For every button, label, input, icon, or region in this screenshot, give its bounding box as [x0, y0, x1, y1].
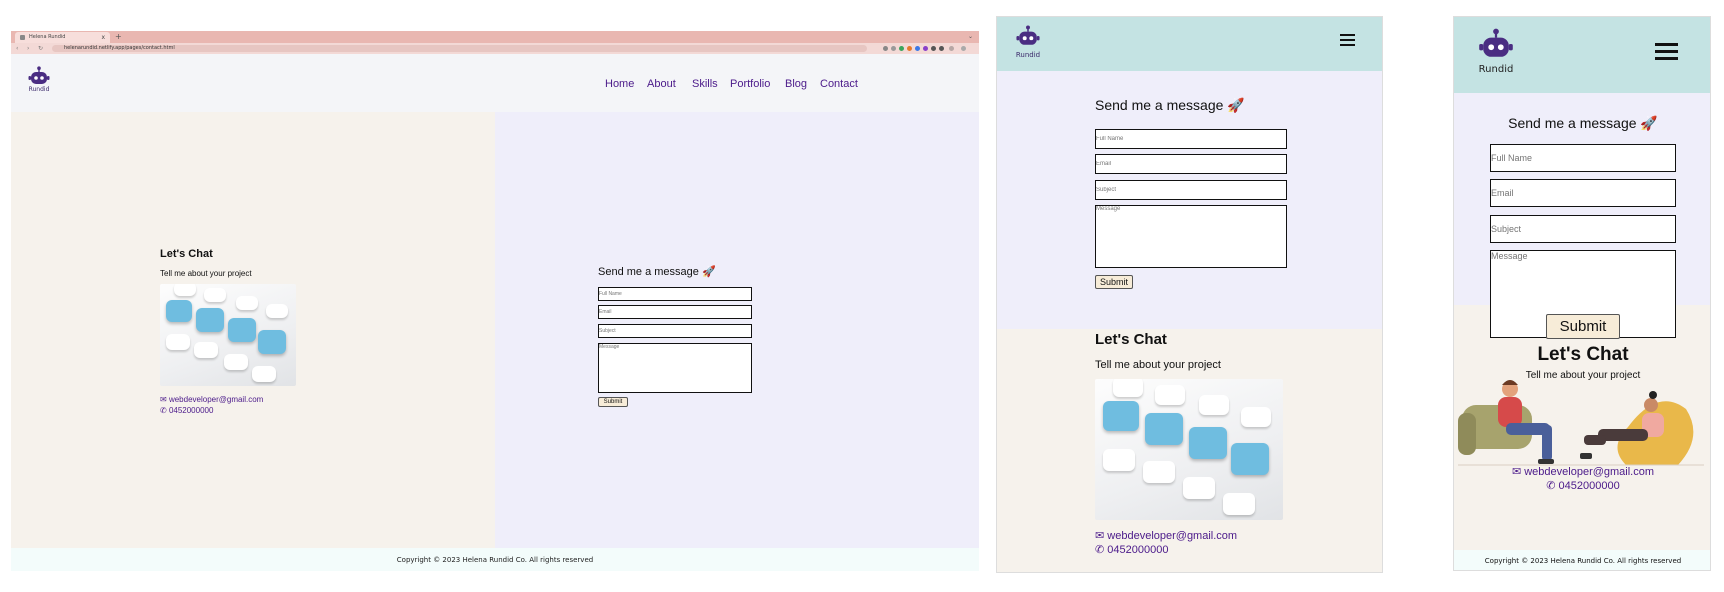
keyboard-contact-image [1095, 379, 1283, 520]
full-name-input[interactable] [598, 287, 752, 301]
email-input[interactable] [1095, 154, 1287, 174]
full-name-input[interactable] [1490, 144, 1676, 172]
extension-icon[interactable] [931, 46, 936, 51]
site-logo[interactable]: Rundid [1476, 28, 1516, 75]
site-logo[interactable]: Rundid [27, 66, 51, 93]
contact-email[interactable]: ✉ webdeveloper@gmail.com [160, 395, 263, 404]
message-textarea[interactable] [1095, 205, 1287, 268]
site-logo[interactable]: Rundid [1014, 25, 1042, 59]
phone-text: 0452000000 [168, 406, 214, 415]
logo-text: Rundid [1478, 64, 1514, 75]
hamburger-icon[interactable] [1655, 43, 1678, 60]
conversation-illustration [1458, 380, 1704, 466]
copyright-text: Copyright © 2023 Helena Rundid Co. All r… [1484, 557, 1682, 565]
new-tab-button[interactable]: + [115, 31, 122, 42]
site-header: Rundid [997, 17, 1382, 71]
email-text: webdeveloper@gmail.com [168, 395, 264, 404]
url-text: helenarundid.netlify.app/pages/contact.h… [64, 45, 175, 51]
nav-link-home[interactable]: Home [605, 78, 634, 90]
contact-phone[interactable]: ✆ 0452000000 [1095, 543, 1168, 556]
envelope-icon: ✉ [1095, 530, 1105, 542]
extension-icon[interactable] [939, 46, 944, 51]
tablet-view: Rundid Send me a message 🚀 Submit Let's … [996, 16, 1383, 573]
hamburger-icon[interactable] [1340, 34, 1355, 46]
extension-icon[interactable] [891, 46, 896, 51]
subject-input[interactable] [1095, 180, 1287, 200]
chat-heading: Let's Chat [160, 248, 213, 260]
browser-tab[interactable]: Helena Rundid x [15, 32, 110, 43]
favicon-icon [20, 35, 25, 40]
contact-email[interactable]: ✉ webdeveloper@gmail.com [1454, 465, 1710, 478]
nav-link-blog[interactable]: Blog [785, 78, 807, 90]
email-text: webdeveloper@gmail.com [1107, 530, 1238, 542]
full-name-input[interactable] [1095, 129, 1287, 149]
email-input[interactable] [598, 305, 752, 319]
subject-input[interactable] [598, 324, 752, 338]
phone-icon: ✆ [1546, 480, 1556, 492]
robot-logo-icon [1479, 28, 1513, 57]
message-form-section: Send me a message 🚀 Submit [997, 71, 1382, 329]
site-footer: Copyright © 2023 Helena Rundid Co. All r… [11, 548, 979, 571]
phone-text: 0452000000 [1107, 544, 1169, 556]
forward-button[interactable]: › [27, 43, 29, 54]
logo-text: Rundid [1015, 51, 1041, 59]
chat-subheading: Tell me about your project [160, 269, 252, 278]
phone-text: 0452000000 [1558, 480, 1620, 492]
lets-chat-section: Submit Let's Chat Tell me about your pro… [1454, 305, 1710, 550]
envelope-icon: ✉ [1511, 466, 1522, 478]
profile-avatar[interactable] [949, 46, 954, 51]
submit-button[interactable]: Submit [1095, 275, 1133, 289]
email-input[interactable] [1490, 179, 1676, 207]
reload-button[interactable]: ↻ [38, 43, 43, 54]
site-header: Rundid [1454, 17, 1710, 93]
browser-tab-bar: Helena Rundid x + ⌄ [11, 31, 979, 43]
browser-tab-title: Helena Rundid [29, 34, 66, 40]
address-bar[interactable]: helenarundid.netlify.app/pages/contact.h… [52, 45, 867, 52]
phone-icon: ✆ [1095, 544, 1105, 556]
browser-toolbar: ‹ › ↻ helenarundid.netlify.app/pages/con… [11, 43, 979, 54]
lets-chat-section: Let's Chat Tell me about your project ✉ … [997, 329, 1382, 572]
lets-chat-section: Let's Chat Tell me about your project ✉ … [11, 112, 495, 548]
email-text: webdeveloper@gmail.com [1524, 466, 1655, 478]
robot-logo-icon [28, 66, 50, 84]
browser-menu-icon[interactable] [961, 46, 966, 51]
extension-icon[interactable] [915, 46, 920, 51]
copyright-text: Copyright © 2023 Helena Rundid Co. All r… [396, 556, 594, 564]
contact-phone[interactable]: ✆ 0452000000 [160, 406, 213, 415]
nav-link-portfolio[interactable]: Portfolio [730, 78, 770, 90]
nav-link-skills[interactable]: Skills [692, 78, 718, 90]
message-textarea[interactable] [598, 343, 752, 393]
logo-text: Rundid [28, 86, 50, 93]
site-footer: Copyright © 2023 Helena Rundid Co. All r… [1454, 550, 1710, 570]
extension-icon[interactable] [907, 46, 912, 51]
form-heading: Send me a message 🚀 [598, 266, 716, 278]
message-form-section: Send me a message 🚀 Submit [495, 112, 979, 548]
keyboard-contact-image [160, 284, 296, 386]
chat-subheading: Tell me about your project [1095, 359, 1221, 371]
submit-button[interactable]: Submit [598, 397, 628, 407]
subject-input[interactable] [1490, 215, 1676, 243]
tab-close-icon[interactable]: x [101, 32, 105, 43]
robot-logo-icon [1016, 25, 1040, 45]
back-button[interactable]: ‹ [16, 43, 18, 54]
contact-phone[interactable]: ✆ 0452000000 [1454, 479, 1710, 492]
phone-icon: ✆ [160, 406, 167, 415]
envelope-icon: ✉ [160, 395, 167, 404]
form-heading: Send me a message 🚀 [1095, 97, 1245, 113]
tab-list-icon[interactable]: ⌄ [968, 31, 973, 43]
message-form-section: Send me a message 🚀 [1454, 93, 1710, 338]
extension-icon[interactable] [883, 46, 888, 51]
desktop-browser-window: Helena Rundid x + ⌄ ‹ › ↻ helenarundid.n… [11, 31, 979, 571]
mobile-view: Rundid Send me a message 🚀 Submit Let's … [1453, 16, 1711, 571]
chat-heading: Let's Chat [1095, 331, 1167, 348]
extension-icon[interactable] [899, 46, 904, 51]
nav-link-contact[interactable]: Contact [820, 78, 858, 90]
contact-email[interactable]: ✉ webdeveloper@gmail.com [1095, 529, 1237, 542]
extension-icon[interactable] [923, 46, 928, 51]
submit-button[interactable]: Submit [1546, 314, 1620, 339]
form-heading: Send me a message 🚀 [1508, 115, 1658, 131]
nav-link-about[interactable]: About [647, 78, 676, 90]
